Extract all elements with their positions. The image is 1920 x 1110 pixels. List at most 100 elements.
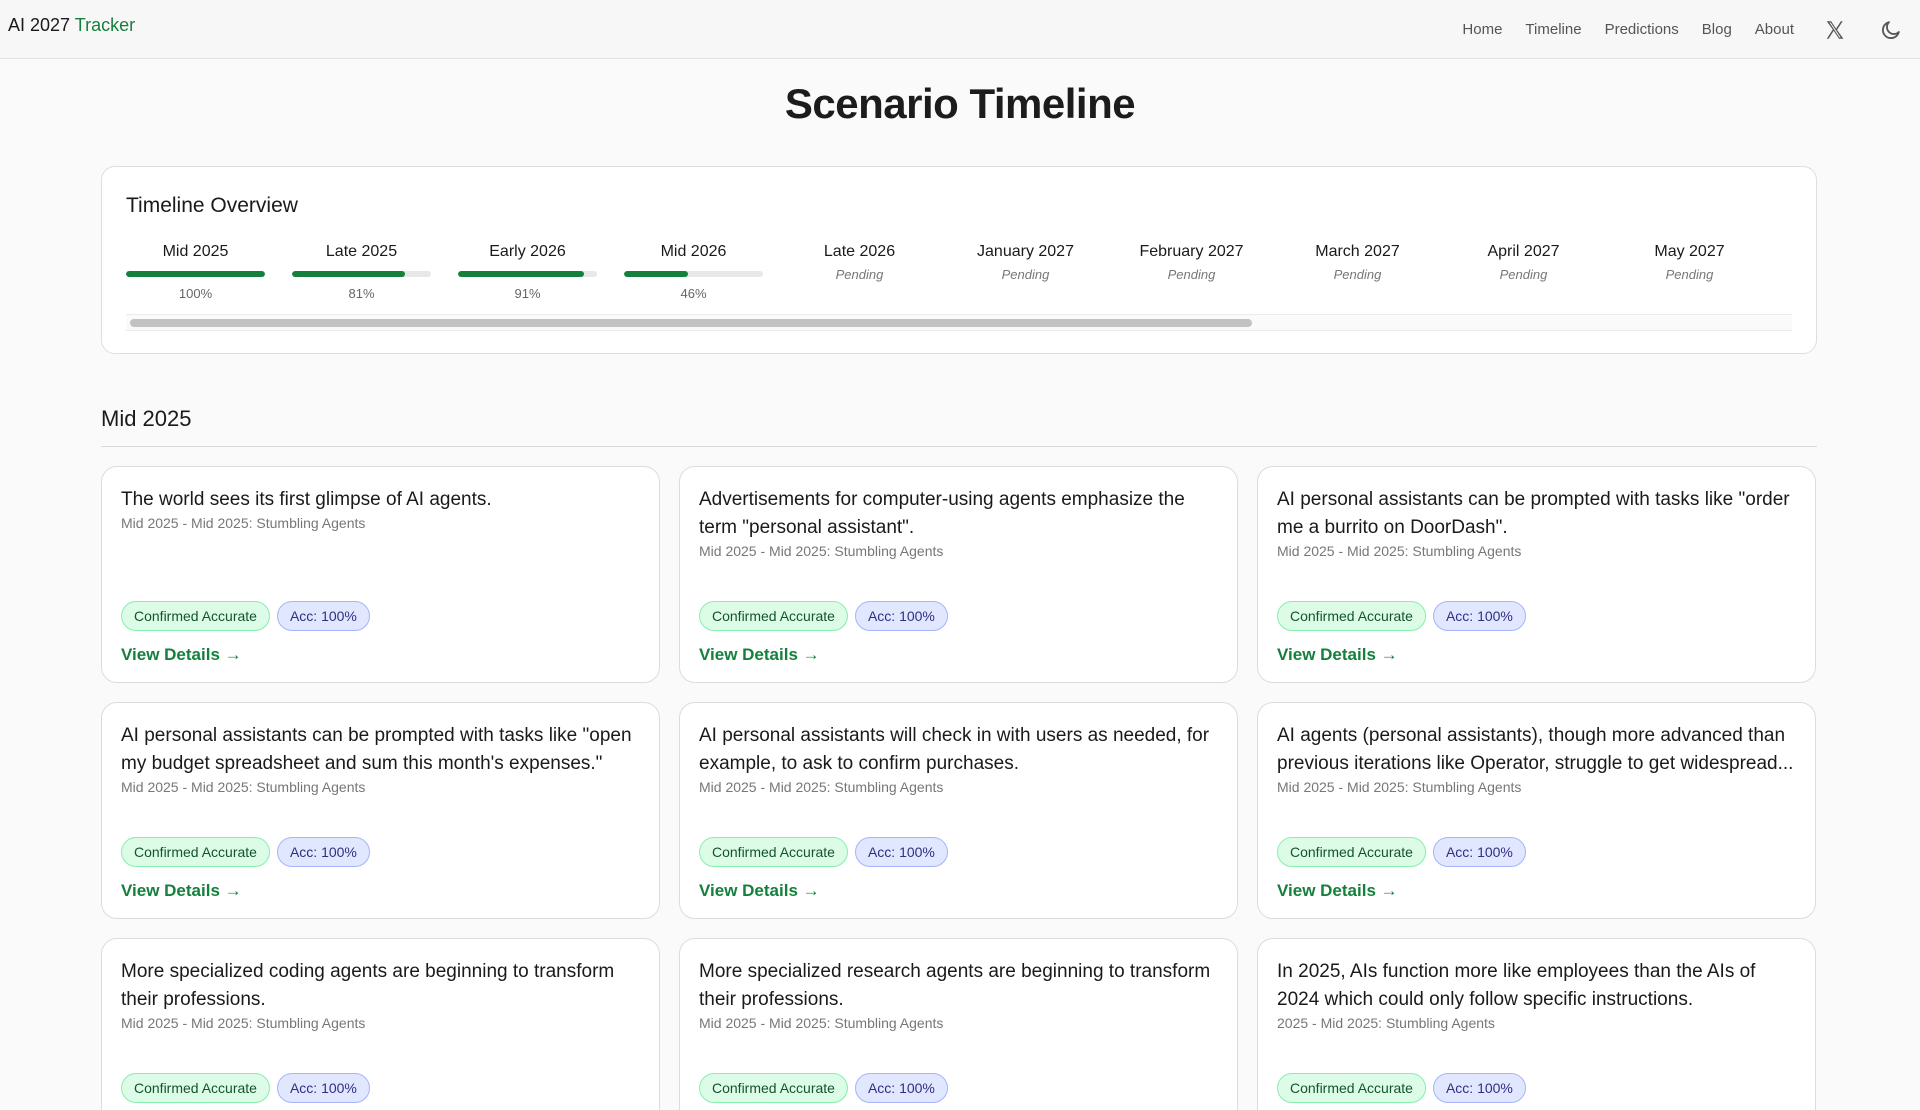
progress-bar	[126, 271, 265, 277]
timeline-period-item[interactable]: March 2027 Pending	[1288, 243, 1427, 282]
section-divider	[101, 446, 1817, 447]
prediction-card[interactable]: AI personal assistants can be prompted w…	[1257, 466, 1816, 683]
prediction-title: AI personal assistants can be prompted w…	[121, 725, 632, 774]
progress-percent: 81%	[348, 286, 375, 301]
prediction-meta: Mid 2025 - Mid 2025: Stumbling Agents	[121, 779, 366, 795]
section-title: Mid 2025	[101, 406, 192, 431]
x-logo-icon[interactable]	[1824, 19, 1846, 41]
prediction-title: More specialized coding agents are begin…	[121, 961, 615, 1010]
prediction-title: AI personal assistants can be prompted w…	[1277, 489, 1790, 538]
prediction-meta: 2025 - Mid 2025: Stumbling Agents	[1277, 1015, 1495, 1031]
brand-logo[interactable]: AI 2027 Tracker	[8, 15, 135, 36]
status-badge: Confirmed Accurate	[121, 837, 270, 867]
badge-group: Confirmed Accurate Acc: 100%	[699, 837, 955, 867]
prediction-card[interactable]: AI personal assistants will check in wit…	[679, 702, 1238, 919]
accuracy-badge: Acc: 100%	[854, 1073, 948, 1103]
view-details-link[interactable]: View Details →	[699, 881, 820, 901]
view-details-link[interactable]: View Details →	[121, 881, 242, 901]
main-nav: Home Timeline Predictions Blog About	[1462, 0, 1920, 59]
timeline-overview-card: Timeline Overview Mid 2025 100% Late 2025 8…	[101, 166, 1817, 354]
timeline-period-label: Early 2026	[489, 243, 566, 260]
timeline-period-item[interactable]: April 2027 Pending	[1454, 243, 1593, 282]
timeline-period-label: February 2027	[1139, 243, 1244, 260]
timeline-period-label: March 2027	[1315, 243, 1400, 260]
badge-group: Confirmed Accurate Acc: 100%	[1277, 601, 1533, 631]
nav-predictions-link[interactable]: Predictions	[1605, 21, 1679, 38]
prediction-meta: Mid 2025 - Mid 2025: Stumbling Agents	[699, 1015, 944, 1031]
progress-fill	[126, 271, 265, 277]
prediction-card[interactable]: In 2025, AIs function more like employee…	[1257, 938, 1816, 1110]
timeline-period-item[interactable]: Late 2026 Pending	[790, 243, 929, 282]
badge-group: Confirmed Accurate Acc: 100%	[1277, 1073, 1533, 1103]
timeline-period-label: May 2027	[1654, 243, 1725, 260]
prediction-card[interactable]: More specialized coding agents are begin…	[101, 938, 660, 1110]
timeline-period-item[interactable]: Mid 2026 46%	[624, 243, 763, 301]
timeline-period-item[interactable]: Mid 2025 100%	[126, 243, 265, 301]
accuracy-badge: Acc: 100%	[854, 601, 948, 631]
top-navbar: AI 2027 Tracker Home Timeline Prediction…	[0, 0, 1920, 59]
badge-group: Confirmed Accurate Acc: 100%	[121, 837, 377, 867]
timeline-period-item[interactable]: January 2027 Pending	[956, 243, 1095, 282]
progress-fill	[624, 271, 688, 277]
prediction-title: In 2025, AIs function more like employee…	[1277, 961, 1756, 1010]
pending-status: Pending	[1665, 267, 1714, 282]
prediction-card[interactable]: AI personal assistants can be prompted w…	[101, 702, 660, 919]
prediction-title: Advertisements for computer-using agents…	[699, 489, 1185, 538]
view-details-link[interactable]: View Details →	[121, 645, 242, 665]
pending-status: Pending	[1499, 267, 1548, 282]
moon-icon[interactable]	[1880, 19, 1902, 41]
pending-status: Pending	[835, 267, 884, 282]
scrollbar-thumb[interactable]	[130, 319, 1252, 327]
timeline-period-item[interactable]: Early 2026 91%	[458, 243, 597, 301]
nav-home-link[interactable]: Home	[1462, 21, 1502, 38]
status-badge: Confirmed Accurate	[121, 1073, 270, 1103]
timeline-strip[interactable]: Mid 2025 100% Late 2025 81% Early 2026 91% Mid…	[126, 243, 1792, 305]
nav-blog-link[interactable]: Blog	[1702, 21, 1732, 38]
timeline-period-label: Mid 2026	[660, 243, 727, 260]
accuracy-badge: Acc: 100%	[276, 601, 370, 631]
timeline-period-item[interactable]: February 2027 Pending	[1122, 243, 1261, 282]
brand-accent: Tracker	[74, 15, 136, 35]
accuracy-badge: Acc: 100%	[1432, 837, 1526, 867]
prediction-meta: Mid 2025 - Mid 2025: Stumbling Agents	[121, 515, 366, 531]
nav-about-link[interactable]: About	[1755, 21, 1794, 38]
timeline-period-item[interactable]: Late 2025 81%	[292, 243, 431, 301]
prediction-title: The world sees its first glimpse of AI a…	[121, 489, 492, 510]
page-title: Scenario Timeline	[784, 80, 1136, 127]
timeline-period-label: Late 2025	[325, 243, 398, 260]
horizontal-scrollbar[interactable]	[126, 314, 1792, 331]
accuracy-badge: Acc: 100%	[854, 837, 948, 867]
prediction-card[interactable]: The world sees its first glimpse of AI a…	[101, 466, 660, 683]
progress-percent: 46%	[680, 286, 707, 301]
timeline-period-item[interactable]: May 2027 Pending	[1620, 243, 1759, 282]
prediction-card[interactable]: Advertisements for computer-using agents…	[679, 466, 1238, 683]
view-details-link[interactable]: View Details →	[1277, 645, 1398, 665]
badge-group: Confirmed Accurate Acc: 100%	[121, 601, 377, 631]
prediction-card[interactable]: More specialized research agents are beg…	[679, 938, 1238, 1110]
progress-bar	[458, 271, 597, 277]
badge-group: Confirmed Accurate Acc: 100%	[121, 1073, 377, 1103]
accuracy-badge: Acc: 100%	[276, 837, 370, 867]
prediction-title: AI personal assistants will check in wit…	[699, 725, 1210, 774]
brand-prefix: AI 2027	[8, 15, 71, 35]
prediction-meta: Mid 2025 - Mid 2025: Stumbling Agents	[1277, 779, 1522, 795]
prediction-meta: Mid 2025 - Mid 2025: Stumbling Agents	[699, 779, 944, 795]
status-badge: Confirmed Accurate	[1277, 837, 1426, 867]
nav-timeline-link[interactable]: Timeline	[1525, 21, 1581, 38]
status-badge: Confirmed Accurate	[699, 601, 848, 631]
progress-percent: 91%	[514, 286, 541, 301]
prediction-meta: Mid 2025 - Mid 2025: Stumbling Agents	[121, 1015, 366, 1031]
badge-group: Confirmed Accurate Acc: 100%	[699, 1073, 955, 1103]
prediction-title: More specialized research agents are beg…	[699, 961, 1211, 1010]
timeline-period-label: Mid 2025	[162, 243, 229, 260]
prediction-card[interactable]: AI agents (personal assistants), though …	[1257, 702, 1816, 919]
progress-fill	[458, 271, 585, 277]
progress-fill	[292, 271, 405, 277]
pending-status: Pending	[1167, 267, 1216, 282]
view-details-link[interactable]: View Details →	[699, 645, 820, 665]
view-details-link[interactable]: View Details →	[1277, 881, 1398, 901]
timeline-period-label: April 2027	[1487, 243, 1560, 260]
status-badge: Confirmed Accurate	[699, 1073, 848, 1103]
progress-bar	[624, 271, 763, 277]
status-badge: Confirmed Accurate	[121, 601, 270, 631]
